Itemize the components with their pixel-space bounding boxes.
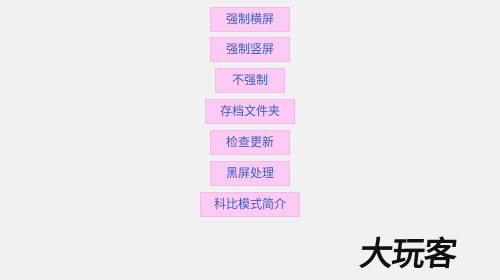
brand-watermark-logo: 大玩客	[358, 234, 500, 274]
force-landscape-button[interactable]: 强制横屏	[210, 7, 290, 32]
black-screen-fix-button[interactable]: 黑屏处理	[210, 161, 290, 186]
check-update-button[interactable]: 检查更新	[210, 130, 290, 155]
save-folder-button[interactable]: 存档文件夹	[205, 99, 295, 124]
force-portrait-button[interactable]: 强制竖屏	[210, 37, 290, 62]
kobe-mode-intro-button[interactable]: 科比模式简介	[200, 192, 300, 217]
no-force-orientation-button[interactable]: 不强制	[215, 68, 285, 93]
watermark-text: 大玩客	[358, 234, 459, 273]
